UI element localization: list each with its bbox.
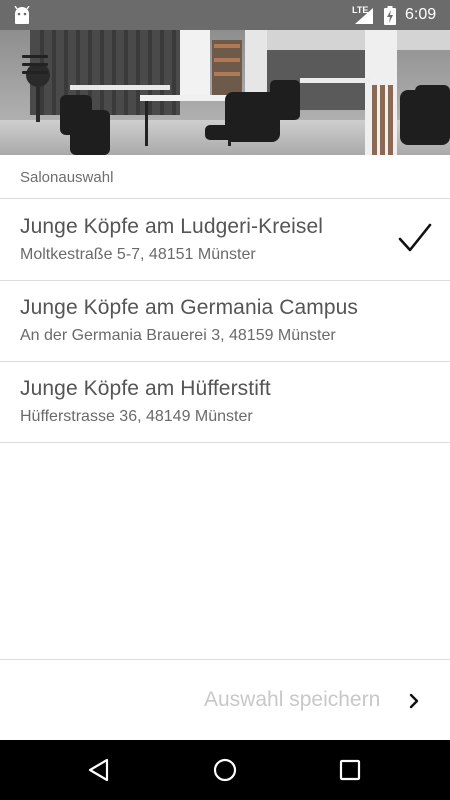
salon-address: An der Germania Brauerei 3, 48159 Münste… <box>20 327 336 344</box>
status-bar: LTE 6:09 <box>0 0 450 30</box>
back-icon[interactable] <box>85 755 115 785</box>
salon-name: Junge Köpfe am Hüfferstift <box>20 377 271 400</box>
clock: 6:09 <box>405 6 437 23</box>
chevron-right-icon <box>409 693 419 709</box>
signal-icon <box>355 8 373 24</box>
system-navigation-bar <box>0 740 450 800</box>
checkmark-icon <box>398 223 432 252</box>
salon-name: Junge Köpfe am Ludgeri-Kreisel <box>20 215 324 238</box>
salon-interior-illustration <box>0 30 450 155</box>
salon-option-ludgeri-kreisel[interactable]: Junge Köpfe am Ludgeri-Kreisel Moltkestr… <box>0 199 450 279</box>
salon-header-photo <box>0 30 450 155</box>
salon-name: Junge Köpfe am Germania Campus <box>20 296 359 319</box>
salon-option-huefferstift[interactable]: Junge Köpfe am Hüfferstift Hüfferstrasse… <box>0 361 450 441</box>
android-icon <box>14 6 30 24</box>
hamburger-menu-icon[interactable] <box>22 55 48 77</box>
recents-icon[interactable] <box>335 755 365 785</box>
save-selection-button[interactable]: Auswahl speichern <box>200 681 440 721</box>
footer-divider <box>0 659 450 660</box>
divider <box>0 442 450 443</box>
battery-charging-icon <box>384 6 396 25</box>
save-selection-label: Auswahl speichern <box>204 688 381 711</box>
section-title: Salonauswahl <box>20 169 114 186</box>
salon-option-germania-campus[interactable]: Junge Köpfe am Germania Campus An der Ge… <box>0 280 450 360</box>
salon-address: Hüfferstrasse 36, 48149 Münster <box>20 408 253 425</box>
home-icon[interactable] <box>210 755 240 785</box>
salon-address: Moltkestraße 5-7, 48151 Münster <box>20 246 256 263</box>
